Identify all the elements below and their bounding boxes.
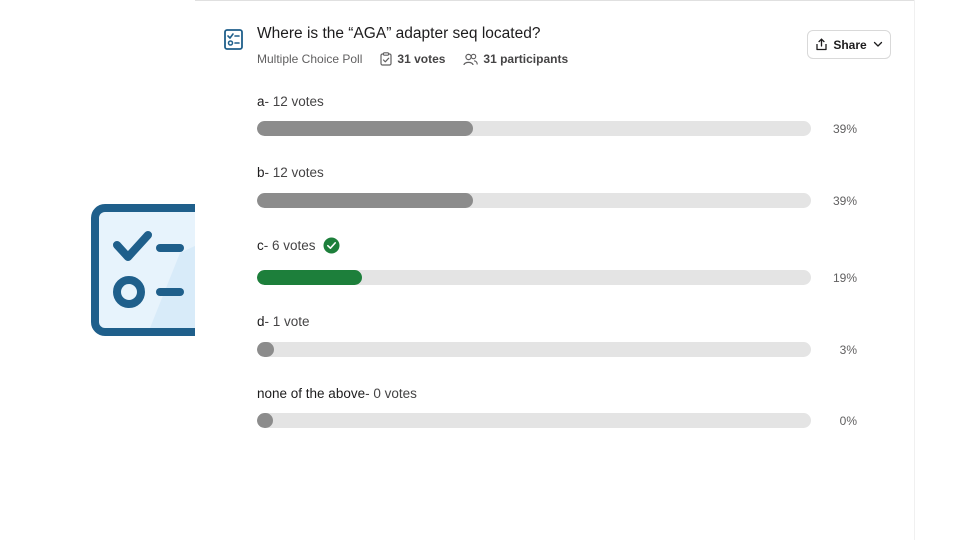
poll-type-label: Multiple Choice Poll bbox=[257, 52, 363, 66]
poll-checklist-icon bbox=[223, 28, 245, 52]
option-votes: - 12 votes bbox=[264, 165, 324, 180]
option-votes: - 12 votes bbox=[264, 94, 324, 109]
option-bar-track bbox=[257, 121, 811, 136]
people-icon bbox=[463, 53, 479, 65]
option-bar-fill bbox=[257, 413, 273, 428]
option-votes: - 0 votes bbox=[365, 386, 417, 401]
option-letter: c bbox=[257, 238, 264, 253]
option-bar-fill bbox=[257, 121, 473, 136]
option-bar-fill bbox=[257, 342, 274, 357]
option-bar-track bbox=[257, 342, 811, 357]
option-label: b - 12 votes bbox=[257, 165, 324, 180]
option-letter: b bbox=[257, 165, 265, 180]
poll-meta: Multiple Choice Poll 31 votes 31 partici… bbox=[257, 52, 568, 66]
option-letter: d bbox=[257, 314, 265, 329]
poll-option-b[interactable]: b - 12 votes 39% bbox=[257, 165, 857, 211]
panel-divider bbox=[914, 0, 915, 540]
option-percent: 19% bbox=[832, 271, 857, 285]
check-circle-icon bbox=[323, 237, 340, 254]
option-bar-track bbox=[257, 413, 811, 428]
participants-count: 31 participants bbox=[463, 52, 568, 66]
poll-option-none[interactable]: none of the above - 0 votes 0% bbox=[257, 386, 857, 432]
chevron-down-icon bbox=[873, 41, 882, 47]
option-percent: 39% bbox=[832, 122, 857, 136]
share-label: Share bbox=[833, 37, 867, 52]
poll-panel: Where is the “AGA” adapter seq located? … bbox=[195, 0, 915, 540]
poll-option-a[interactable]: a - 12 votes 39% bbox=[257, 94, 857, 140]
option-bar-fill bbox=[257, 193, 473, 208]
share-upload-icon bbox=[816, 38, 827, 51]
option-letter: a bbox=[257, 94, 265, 109]
option-label: none of the above - 0 votes bbox=[257, 386, 417, 401]
clipboard-check-icon bbox=[380, 52, 392, 66]
poll-results-screen: Where is the “AGA” adapter seq located? … bbox=[0, 0, 960, 540]
option-percent: 3% bbox=[839, 343, 857, 357]
option-letter: none of the above bbox=[257, 386, 366, 401]
votes-count: 31 votes bbox=[380, 52, 445, 66]
votes-label: 31 votes bbox=[397, 52, 446, 66]
poll-option-d[interactable]: d - 1 vote 3% bbox=[257, 314, 857, 360]
poll-title: Where is the “AGA” adapter seq located? bbox=[257, 25, 541, 42]
option-votes: - 6 votes bbox=[263, 238, 316, 253]
option-label: a - 12 votes bbox=[257, 94, 324, 109]
option-bar-track bbox=[257, 270, 811, 285]
option-label: c - 6 votes bbox=[257, 237, 340, 254]
option-bar-fill bbox=[257, 270, 362, 285]
option-label: d - 1 vote bbox=[257, 314, 310, 329]
participants-label: 31 participants bbox=[483, 52, 569, 66]
option-bar-track bbox=[257, 193, 811, 208]
option-percent: 0% bbox=[839, 414, 857, 428]
checklist-logo-icon bbox=[90, 203, 195, 337]
option-votes: - 1 vote bbox=[264, 314, 310, 329]
option-percent: 39% bbox=[832, 194, 857, 208]
share-button[interactable]: Share bbox=[807, 30, 891, 59]
poll-option-c[interactable]: c - 6 votes 19% bbox=[257, 237, 857, 285]
